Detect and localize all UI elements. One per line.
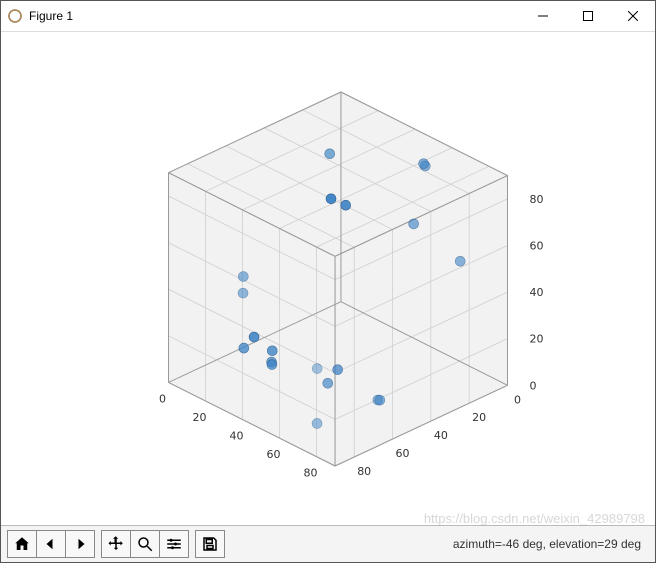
svg-text:80: 80 <box>357 465 371 478</box>
save-button[interactable] <box>196 531 224 557</box>
toolbar: azimuth=-46 deg, elevation=29 deg <box>1 525 655 562</box>
svg-text:40: 40 <box>529 286 543 299</box>
view-group <box>101 530 189 558</box>
maximize-button[interactable] <box>565 1 610 31</box>
svg-text:20: 20 <box>472 411 486 424</box>
home-button[interactable] <box>8 531 37 557</box>
svg-text:80: 80 <box>304 467 318 480</box>
window-buttons <box>520 1 655 31</box>
plot-area[interactable]: 0 20 40 60 80 0 20 40 60 80 0 20 40 60 80 <box>1 32 655 525</box>
figure-window: Figure 1 020406080020406080020406080 htt… <box>0 0 656 563</box>
svg-text:20: 20 <box>193 411 207 424</box>
minimize-button[interactable] <box>520 1 565 31</box>
svg-text:40: 40 <box>434 429 448 442</box>
pan-button[interactable] <box>102 531 131 557</box>
close-button[interactable] <box>610 1 655 31</box>
svg-text:0: 0 <box>514 393 521 406</box>
svg-text:40: 40 <box>230 430 244 443</box>
app-icon <box>7 8 23 24</box>
svg-text:60: 60 <box>529 239 543 252</box>
titlebar: Figure 1 <box>1 1 655 32</box>
svg-text:20: 20 <box>529 333 543 346</box>
svg-text:0: 0 <box>159 392 166 405</box>
back-button[interactable] <box>37 531 66 557</box>
svg-text:60: 60 <box>396 447 410 460</box>
nav-group <box>7 530 95 558</box>
scatter-3d-chart[interactable]: 0 20 40 60 80 0 20 40 60 80 0 20 40 60 80 <box>1 32 655 525</box>
save-group <box>195 530 225 558</box>
svg-text:0: 0 <box>529 379 536 392</box>
forward-button[interactable] <box>66 531 94 557</box>
zoom-button[interactable] <box>131 531 160 557</box>
view-status: azimuth=-46 deg, elevation=29 deg <box>453 537 649 551</box>
svg-text:80: 80 <box>529 193 543 206</box>
svg-text:60: 60 <box>267 448 281 461</box>
window-title: Figure 1 <box>29 9 520 23</box>
subplots-button[interactable] <box>160 531 188 557</box>
